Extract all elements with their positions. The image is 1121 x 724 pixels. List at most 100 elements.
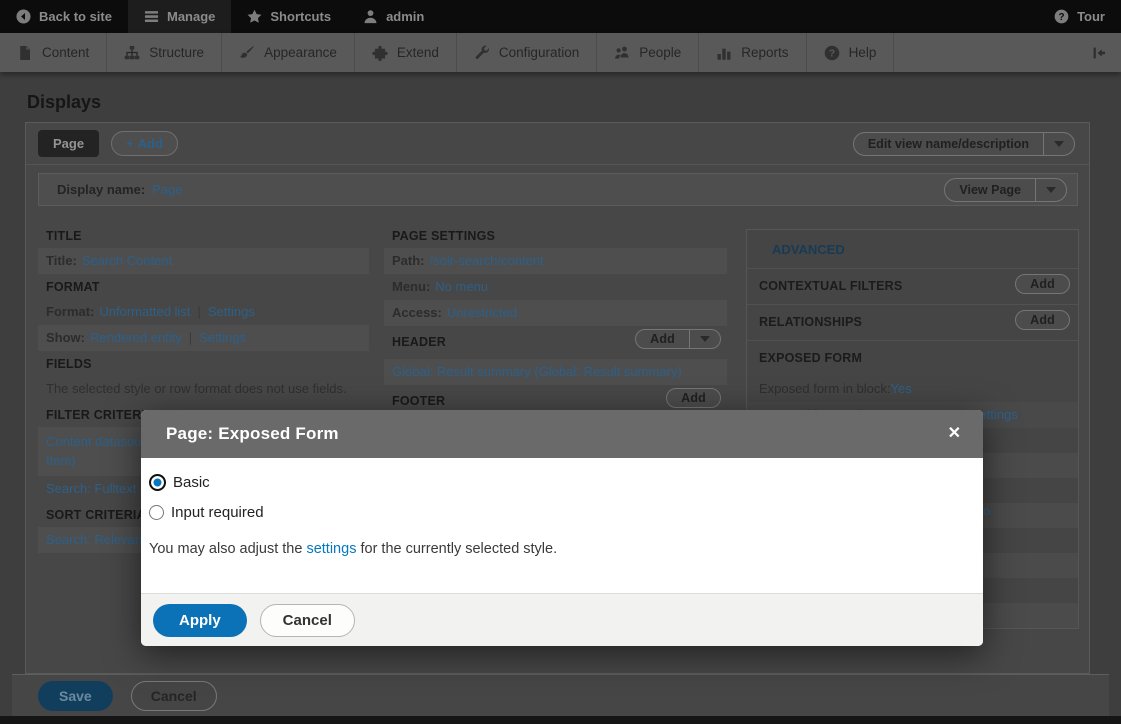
hamburger-icon	[144, 9, 159, 24]
separator: |	[197, 304, 200, 319]
menu-link[interactable]: No menu	[435, 279, 488, 294]
display-name-link[interactable]: Page	[152, 182, 182, 197]
toolbar-spacer	[440, 0, 1038, 33]
path-label: Path:	[392, 253, 425, 268]
form-actions-bar: Save Cancel	[12, 674, 1109, 716]
section-fields-header: FIELDS	[38, 351, 369, 376]
svg-text:?: ?	[1059, 12, 1065, 23]
title-link[interactable]: Search Content	[82, 253, 172, 268]
path-row: Path: /solr-search/content	[384, 248, 727, 274]
add-display-button[interactable]: +Add	[111, 131, 178, 156]
section-format-header: FORMAT	[38, 274, 369, 299]
radio-option-basic[interactable]: Basic	[149, 474, 958, 491]
modal-note: You may also adjust the settings for the…	[149, 541, 958, 557]
format-label: Format:	[46, 304, 94, 319]
admin-bar-spacer	[894, 33, 1077, 72]
add-display-label: Add	[138, 136, 163, 151]
bottom-strip	[0, 716, 1121, 724]
show-label: Show:	[46, 330, 85, 345]
header-global-link[interactable]: Global: Result summary (Global: Result s…	[392, 364, 682, 379]
partial-link-fragment[interactable]: o	[983, 503, 990, 518]
modal-header: Page: Exposed Form ✕	[141, 410, 983, 458]
close-icon[interactable]: ✕	[948, 426, 961, 442]
tour-question-icon: ?	[1054, 9, 1069, 24]
toolbar-orientation-toggle[interactable]	[1077, 33, 1121, 72]
title-label: Title:	[46, 253, 77, 268]
relationships-header: RELATIONSHIPS Add	[747, 304, 1078, 340]
menu-item-people[interactable]: People	[597, 33, 699, 72]
menu-item-label: Help	[849, 45, 877, 60]
relationships-add-button[interactable]: Add	[1015, 310, 1070, 330]
view-page-dropdown-toggle[interactable]	[1035, 179, 1066, 201]
contextual-filters-label: CONTEXTUAL FILTERS	[759, 279, 902, 293]
back-arrow-icon	[16, 9, 31, 24]
menu-row: Menu:No menu	[384, 274, 727, 300]
format-link[interactable]: Unformatted list	[99, 304, 190, 319]
menu-item-label: Structure	[149, 45, 204, 60]
header-add-button[interactable]: Add	[635, 329, 721, 349]
format-settings-link[interactable]: Settings	[208, 304, 255, 319]
chevron-down-icon	[1054, 141, 1064, 147]
exposed-form-block-row: Exposed form in block:Yes	[747, 376, 1078, 402]
exposed-form-block-label: Exposed form in block:	[759, 381, 891, 396]
admin-account-button[interactable]: admin	[347, 0, 440, 33]
menu-item-label: Appearance	[264, 45, 337, 60]
chevron-down-icon	[700, 336, 710, 342]
radio-unselected-icon[interactable]	[149, 505, 164, 520]
menu-item-content[interactable]: Content	[0, 33, 107, 72]
document-icon	[17, 45, 33, 61]
contextual-filters-header: CONTEXTUAL FILTERS Add	[747, 268, 1078, 304]
menu-item-label: Extend	[397, 45, 439, 60]
menu-item-help[interactable]: ? Help	[807, 33, 895, 72]
show-link[interactable]: Rendered entity	[90, 330, 182, 345]
relationships-add-label: Add	[1016, 311, 1069, 329]
fields-note-row: The selected style or row format does no…	[38, 376, 369, 402]
footer-add-button[interactable]: Add	[666, 388, 721, 408]
drupal-views-ui-screen: Back to site Manage Shortcuts admin ? To…	[0, 0, 1121, 724]
radio-option-input-required[interactable]: Input required	[149, 504, 958, 521]
modal-cancel-button[interactable]: Cancel	[260, 604, 355, 637]
access-row: Access: Unrestricted	[384, 300, 727, 326]
collapse-arrow-icon	[1091, 45, 1107, 61]
section-page-settings-header: PAGE SETTINGS	[384, 223, 727, 248]
shortcuts-label: Shortcuts	[270, 9, 331, 24]
show-settings-link[interactable]: Settings	[199, 330, 246, 345]
path-link[interactable]: /solr-search/content	[430, 253, 544, 268]
access-link[interactable]: Unrestricted	[447, 305, 517, 320]
contextual-filters-add-label: Add	[1016, 275, 1069, 293]
menu-item-appearance[interactable]: Appearance	[222, 33, 355, 72]
cancel-button[interactable]: Cancel	[131, 681, 217, 711]
tour-button[interactable]: ? Tour	[1038, 0, 1121, 33]
apply-button[interactable]: Apply	[153, 604, 247, 637]
modal-body: Basic Input required You may also adjust…	[141, 458, 983, 593]
edit-view-name-button[interactable]: Edit view name/description	[853, 132, 1075, 156]
manage-menu-button[interactable]: Manage	[128, 0, 231, 33]
radio-selected-icon[interactable]	[149, 474, 166, 491]
exposed-form-label: EXPOSED FORM	[759, 351, 862, 365]
menu-item-extend[interactable]: Extend	[355, 33, 457, 72]
menu-item-label: Reports	[741, 45, 788, 60]
page-title: Displays	[27, 92, 101, 113]
view-page-button[interactable]: View Page	[944, 178, 1067, 202]
radio-basic-label: Basic	[173, 474, 210, 491]
note-suffix: for the currently selected style.	[356, 541, 557, 557]
settings-link[interactable]: settings	[306, 541, 356, 557]
show-row: Show:Rendered entity|Settings	[38, 325, 369, 351]
exposed-form-block-link[interactable]: Yes	[891, 381, 912, 396]
edit-view-dropdown-toggle[interactable]	[1043, 133, 1074, 155]
advanced-toggle[interactable]: ADVANCED	[747, 230, 1078, 268]
tab-page-display[interactable]: Page	[38, 130, 99, 157]
contextual-filters-add-button[interactable]: Add	[1015, 274, 1070, 294]
shortcuts-button[interactable]: Shortcuts	[231, 0, 347, 33]
access-label: Access:	[392, 305, 442, 320]
menu-item-configuration[interactable]: Configuration	[457, 33, 597, 72]
menu-item-reports[interactable]: Reports	[699, 33, 806, 72]
svg-text:?: ?	[828, 47, 834, 59]
save-button[interactable]: Save	[38, 681, 113, 711]
puzzle-icon	[372, 45, 388, 61]
back-to-site-button[interactable]: Back to site	[0, 0, 128, 33]
header-add-label: Add	[636, 330, 689, 348]
bar-chart-icon	[716, 45, 732, 61]
menu-item-structure[interactable]: Structure	[107, 33, 222, 72]
header-add-dropdown-toggle[interactable]	[689, 330, 720, 348]
